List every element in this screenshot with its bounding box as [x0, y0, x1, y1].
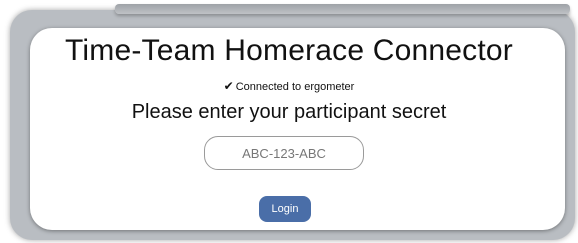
app-title: Time-Team Homerace Connector [65, 34, 513, 67]
participant-secret-input[interactable] [204, 136, 364, 170]
check-icon: ✔ [223, 79, 234, 93]
connection-status: ✔ Connected to ergometer [0, 79, 578, 94]
login-button[interactable]: Login [259, 196, 311, 222]
secret-prompt: Please enter your participant secret [131, 101, 447, 123]
top-strip [115, 4, 570, 14]
connection-status-text: Connected to ergometer [235, 81, 355, 93]
